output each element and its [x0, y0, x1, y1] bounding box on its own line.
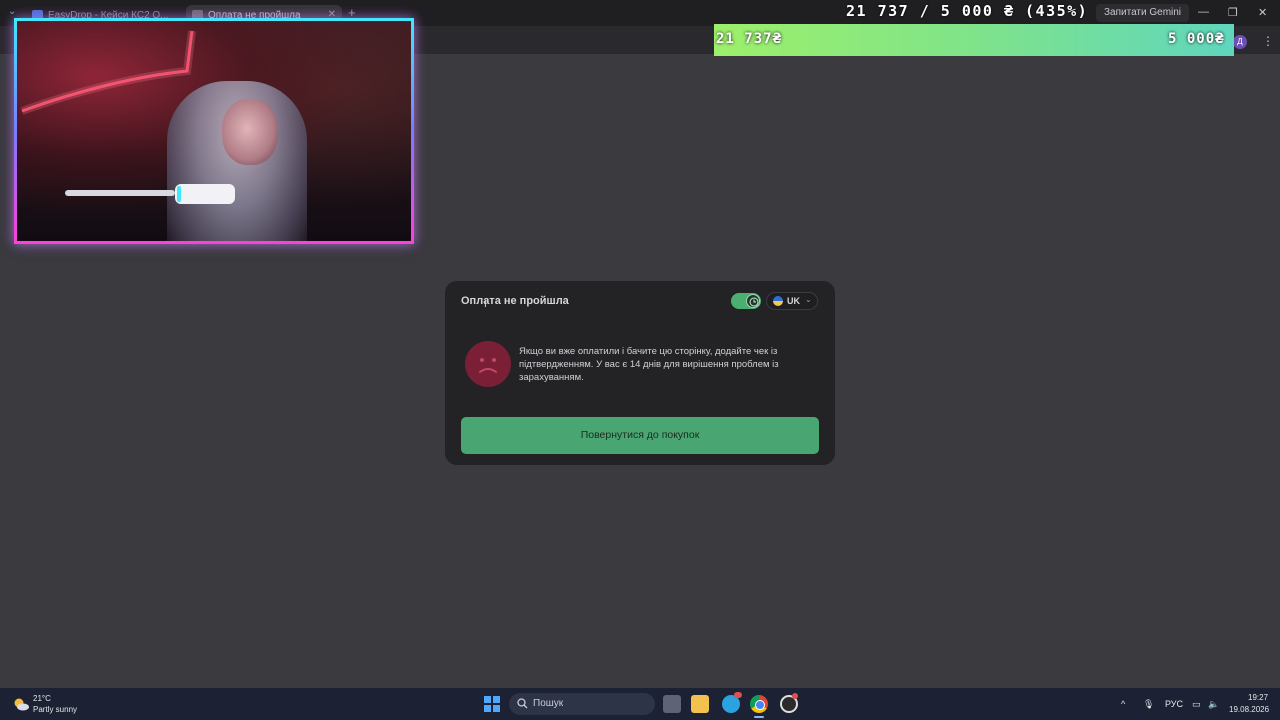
payment-failed-card: Оплата не пройшла UK ⌄ Якщо ви вже оплат… [445, 281, 835, 465]
donation-counter: 21 737 / 5 000 ₴ (435%) [846, 2, 1089, 20]
clock-date[interactable]: 19.08.2026 [1229, 705, 1269, 714]
tray-overflow-icon[interactable]: ^ [1121, 699, 1125, 709]
microphone-icon [65, 184, 235, 204]
page-title: Оплата не пройшла [461, 295, 569, 307]
search-icon [517, 698, 528, 709]
theme-toggle-knob [746, 294, 760, 308]
clock-time[interactable]: 19:27 [1248, 693, 1268, 702]
text-cursor-icon: I [484, 299, 487, 310]
input-language[interactable]: РУС [1165, 699, 1183, 709]
ukraine-flag-icon [773, 296, 783, 306]
donation-progress-fill [714, 24, 1234, 56]
weather-temperature[interactable]: 21°C [33, 694, 51, 703]
taskbar-search-input[interactable]: Пошук [509, 693, 655, 715]
chrome-icon[interactable] [750, 695, 768, 713]
taskbar-search-placeholder: Пошук [533, 698, 564, 709]
partly-sunny-icon [14, 698, 29, 711]
donation-goal-amount: 5 000₴ [1168, 31, 1225, 47]
payment-failed-message: Якщо ви вже оплатили і бачите цю сторінк… [519, 346, 779, 383]
browser-menu-icon[interactable]: ⋮ [1262, 34, 1274, 48]
windows-start-icon[interactable] [484, 696, 500, 712]
minimize-icon[interactable]: — [1198, 6, 1209, 18]
chevron-down-icon: ⌄ [805, 295, 812, 304]
donation-progress-bar [714, 24, 1234, 56]
display-icon[interactable]: ▭ [1192, 699, 1201, 710]
theme-toggle[interactable] [731, 293, 761, 309]
active-app-indicator [754, 716, 764, 718]
microphone-tray-icon[interactable]: 🎙 [1143, 699, 1154, 710]
ask-gemini-button[interactable]: Запитати Gemini [1096, 4, 1190, 22]
tab-search-chevron-icon[interactable]: ⌄ [8, 6, 16, 17]
file-explorer-icon[interactable] [691, 695, 709, 713]
weather-description[interactable]: Partly sunny [33, 705, 77, 714]
streamer-head [222, 99, 278, 165]
window-close-icon[interactable]: ✕ [1258, 6, 1267, 19]
language-label: UK [787, 296, 800, 306]
clock-icon [749, 297, 759, 307]
webcam-overlay [14, 18, 414, 244]
telegram-unread-badge [734, 692, 742, 698]
restore-icon[interactable]: ❐ [1228, 6, 1238, 19]
obs-recording-dot [792, 693, 798, 699]
donation-current-amount: 21 737₴ [716, 31, 783, 47]
back-to-shopping-button[interactable]: Повернутися до покупок [461, 417, 819, 454]
profile-avatar[interactable]: Д [1233, 35, 1247, 49]
task-view-icon[interactable] [663, 695, 681, 713]
volume-icon[interactable]: 🔈 [1208, 699, 1219, 710]
sad-face-icon [465, 341, 511, 387]
language-select[interactable]: UK ⌄ [766, 292, 818, 310]
